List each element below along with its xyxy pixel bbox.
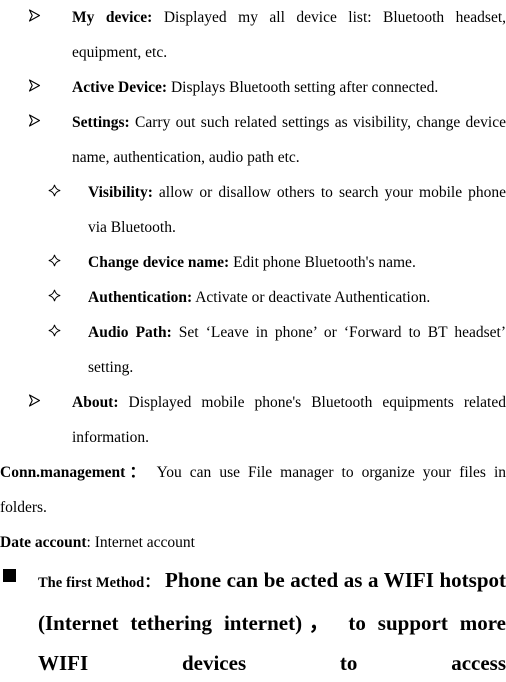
list-item-text: Edit phone Bluetooth's name.	[229, 254, 416, 271]
paragraph-conn-management: Conn.management： You can use File manage…	[0, 455, 506, 525]
paragraph-term: Conn.management：	[0, 464, 150, 481]
list-item-term: Visibility:	[88, 184, 153, 201]
list-item-text: Displayed mobile phone's Bluetooth equip…	[72, 394, 506, 446]
star-bullet-icon	[48, 175, 68, 210]
list-item: Visibility: allow or disallow others to …	[48, 175, 506, 245]
list-item-term: Active Device:	[72, 79, 168, 96]
paragraph-text: : Internet account	[86, 534, 195, 551]
list-item: Audio Path: Set ‘Leave in phone’ or ‘For…	[48, 315, 506, 385]
final-method-block: The first Method： Phone can be acted as …	[0, 560, 506, 682]
list-item: About: Displayed mobile phone's Bluetoot…	[28, 385, 506, 455]
arrow-bullet-icon	[28, 385, 48, 420]
square-bullet-icon	[3, 569, 16, 582]
arrow-bullet-icon	[28, 70, 48, 105]
list-item-term: Audio Path:	[88, 324, 172, 341]
star-bullet-icon	[48, 315, 68, 350]
list-item: Active Device: Displays Bluetooth settin…	[28, 70, 506, 105]
list-item-text: Displays Bluetooth setting after connect…	[167, 79, 439, 96]
list-item-term: Settings:	[72, 114, 130, 131]
list-item-term: Authentication:	[88, 289, 193, 306]
list-item-term: Change device name:	[88, 254, 230, 271]
star-bullet-icon	[48, 245, 68, 280]
list-item: My device: Displayed my all device list:…	[28, 0, 506, 70]
list-item-term: My device:	[72, 9, 153, 26]
arrow-bullet-icon	[28, 0, 48, 35]
star-bullet-icon	[48, 280, 68, 315]
final-method-label: The first Method：	[38, 575, 160, 591]
list-item: Settings: Carry out such related setting…	[28, 105, 506, 175]
list-item-text: Activate or deactivate Authentication.	[192, 289, 431, 306]
paragraph-date-account: Date account: Internet account	[0, 525, 506, 560]
list-item-text: Carry out such related settings as visib…	[72, 114, 506, 166]
paragraph-term: Date account	[0, 534, 87, 551]
list-item-term: About:	[72, 394, 119, 411]
arrow-bullet-icon	[28, 105, 48, 140]
list-item: Authentication: Activate or deactivate A…	[48, 280, 506, 315]
document-page: My device: Displayed my all device list:…	[0, 0, 506, 682]
list-item: Change device name: Edit phone Bluetooth…	[48, 245, 506, 280]
